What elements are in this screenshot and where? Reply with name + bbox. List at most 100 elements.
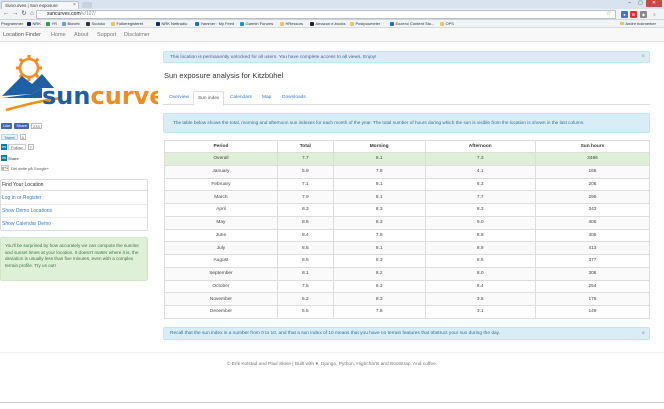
tweet-count: 6	[19, 134, 26, 140]
table-cell: August	[164, 254, 278, 268]
tab-downloads[interactable]: Downloads	[278, 91, 310, 105]
table-row: July 8.5 8.1 8.9 413	[164, 241, 651, 255]
footer-divider	[0, 352, 664, 353]
sun-index-table: Period Total Morning Afternoon Sun hours…	[164, 140, 651, 319]
page-footer: © Erik Kolstad and Paul Skeie | Built wi…	[226, 362, 438, 367]
demo-locations-link[interactable]: Show Demo Locations	[1, 205, 147, 218]
table-row: February 7.1 8.1 6.3 206	[164, 177, 651, 192]
follow-count: 7	[27, 144, 34, 150]
googleplus-icon[interactable]: g+1	[1, 165, 9, 171]
tab-calendars[interactable]: Calendars	[226, 91, 256, 105]
browser-tabbar: Suncurves | Sun exposure × – ▢ ✕	[0, 0, 664, 9]
new-tab-button[interactable]	[82, 2, 92, 8]
table-cell: 7.7	[276, 152, 334, 166]
extension-icon[interactable]: ●	[621, 11, 628, 18]
browser-status-bar	[0, 402, 664, 409]
table-row: January 5.9 7.8 4.1 165	[164, 164, 651, 179]
table-row: May 8.6 8.3 9.0 406	[164, 215, 651, 230]
footnote-text: Recall that the sun index is a number fr…	[170, 331, 501, 336]
table-cell: 406	[534, 215, 651, 230]
table-cell: 8.3	[332, 215, 426, 230]
bookmark-star-icon[interactable]: ☆	[606, 10, 611, 17]
bookmark-item[interactable]: Folkeregisteret	[111, 20, 143, 27]
table-cell: 3496	[534, 152, 651, 166]
suncurves-logo-graphic: suncurves	[2, 55, 180, 112]
bookmark-item[interactable]: Postpoumeler	[350, 20, 380, 27]
bookmark-item[interactable]: NRK Nettradio	[156, 20, 187, 27]
tab-overview[interactable]: Overview	[165, 91, 193, 105]
linkedin-share-button[interactable]: Share	[8, 156, 19, 161]
login-register-link[interactable]: Log in or Register	[1, 192, 147, 205]
table-row: October 7.5 8.3 6.4 254	[164, 279, 651, 294]
tab-sun-index[interactable]: Sun index	[193, 91, 225, 106]
table-cell: 8.6	[424, 254, 536, 268]
address-bar[interactable]: ▫ suncurves.com/v/107/	[36, 10, 616, 19]
bookmark-item[interactable]: HRessurs	[280, 20, 303, 27]
nav-link-about[interactable]: About	[74, 28, 88, 42]
calendar-demo-link[interactable]: Show Calendar Demo	[1, 218, 147, 231]
extension-icon-2[interactable]: ◆	[640, 11, 647, 18]
bookmark-item[interactable]: Yammer : My Feed	[195, 20, 234, 27]
facebook-share-button[interactable]: Share	[14, 123, 30, 129]
table-cell: 7.1	[276, 177, 334, 192]
table-cell: 8.1	[332, 152, 426, 166]
table-row: December 5.5 7.8 3.1 149	[164, 305, 651, 319]
navbar-brand[interactable]: Location Finder	[3, 28, 41, 42]
table-cell: 4.1	[424, 164, 536, 179]
minimize-button[interactable]: –	[624, 0, 635, 7]
find-location-panel: Find Your Location Log in or Register Sh…	[0, 179, 148, 231]
facebook-like-button[interactable]: Like	[1, 123, 13, 129]
suncurves-logo[interactable]: suncurves	[2, 52, 180, 114]
table-cell: 6.3	[424, 177, 536, 192]
menu-icon[interactable]: ≡	[651, 11, 658, 18]
maximize-button[interactable]: ▢	[635, 0, 646, 7]
bookmark-item[interactable]: YR	[46, 20, 57, 27]
back-icon[interactable]: ←	[2, 10, 10, 18]
bookmark-item[interactable]: Bloveb	[62, 20, 80, 27]
tab-close-icon[interactable]: ×	[73, 2, 76, 9]
nav-link-disclaimer[interactable]: Disclaimer	[124, 28, 150, 42]
table-cell: 6.2	[276, 292, 334, 306]
linkedin-icon: in	[1, 144, 7, 150]
bookmark-item[interactable]: NRK	[27, 20, 41, 27]
forward-icon[interactable]: →	[11, 10, 19, 18]
table-cell: 3.5	[424, 292, 536, 306]
table-cell: 405	[534, 228, 651, 243]
facebook-buttons: Like Share 233	[1, 123, 42, 129]
bookmark-item[interactable]: OPS	[440, 20, 454, 27]
other-bookmarks[interactable]: Andre bokmerker	[619, 20, 656, 27]
table-cell: 8.2	[332, 266, 426, 281]
table-cell: 7.9	[332, 228, 426, 243]
linkedin-follow-button[interactable]: Follow	[8, 144, 26, 150]
tweet-button[interactable]: Tweet	[1, 134, 18, 140]
bookmark-item[interactable]: Sudoku	[86, 20, 105, 27]
table-cell: April	[164, 203, 278, 217]
table-cell: 8.1	[332, 190, 426, 204]
nav-link-home[interactable]: Home	[51, 28, 66, 42]
reload-icon[interactable]: ↻	[20, 10, 28, 18]
extension-badge-icon[interactable]: ✉	[630, 11, 637, 18]
table-cell: 8.0	[424, 266, 536, 281]
logo-wordmark: suncurves	[42, 82, 158, 110]
browser-tab[interactable]: Suncurves | Sun exposure ×	[1, 1, 79, 9]
bookmark-item[interactable]: Garmin Forums	[240, 20, 273, 27]
bookmark-item[interactable]: Programmer	[1, 20, 23, 27]
table-cell: 7.5	[276, 279, 334, 294]
url-path: /v/107/	[80, 11, 96, 17]
tab-map[interactable]: Map	[258, 91, 275, 105]
window-controls: – ▢ ✕	[624, 0, 662, 7]
nav-link-support[interactable]: Support	[97, 28, 116, 42]
window-close-button[interactable]: ✕	[646, 0, 662, 7]
page-info-icon[interactable]: ▫	[39, 11, 41, 18]
bookmarks-bar: Programmer NRK YR Bloveb Sudoku Folkereg…	[0, 20, 664, 28]
bookmark-item[interactable]: Amazon e-books	[310, 20, 346, 27]
alert-close-icon[interactable]: ×	[641, 52, 645, 63]
table-cell: 8.1	[332, 241, 426, 255]
home-icon[interactable]: ⌂	[28, 10, 36, 18]
table-cell: December	[164, 305, 278, 319]
footnote-close-icon[interactable]: ×	[641, 328, 645, 340]
sun-index-footnote: Recall that the sun index is a number fr…	[163, 327, 650, 340]
bookmark-item[interactable]: Eozenc Content Stu...	[390, 20, 434, 27]
view-tabs: Overview Sun index Calendars Map Downloa…	[163, 91, 650, 106]
table-cell: September	[164, 266, 278, 281]
